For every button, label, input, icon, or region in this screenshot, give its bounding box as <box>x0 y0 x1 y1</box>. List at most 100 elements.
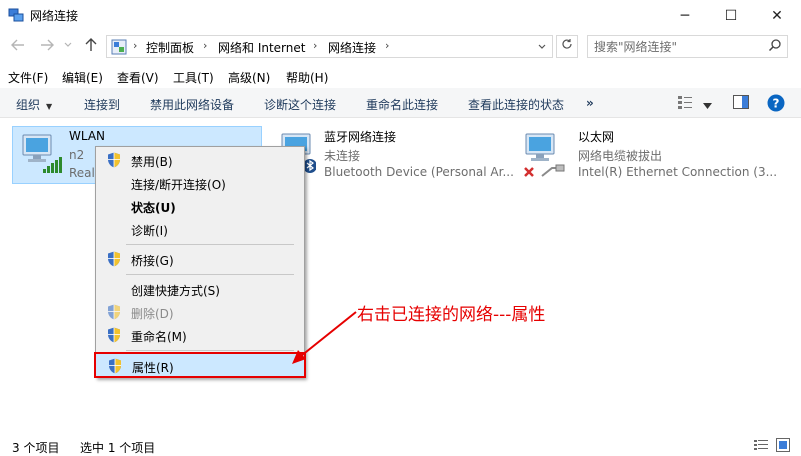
menu-item-label: 连接/断开连接(O) <box>131 178 226 192</box>
menu-item-label: 删除(D) <box>131 307 174 321</box>
menu-item-bridge[interactable]: 桥接(G) <box>96 248 304 270</box>
address-bar[interactable]: › 控制面板 › 网络和 Internet › 网络连接 › <box>106 35 553 58</box>
chevron-down-icon <box>64 42 72 47</box>
annotation-text: 右击已连接的网络---属性 <box>357 305 546 325</box>
menu-item-create-shortcut[interactable]: 创建快捷方式(S) <box>96 278 304 300</box>
organize-label: 组织 <box>16 98 41 112</box>
connection-name: 以太网 <box>578 130 615 144</box>
organize-button[interactable]: 组织 ▼ <box>16 96 52 113</box>
menu-view[interactable]: 查看(V) <box>117 69 159 86</box>
menu-item-connect-disconnect[interactable]: 连接/断开连接(O) <box>96 172 304 194</box>
menu-item-label: 状态(U) <box>131 201 176 215</box>
refresh-icon <box>562 39 572 49</box>
maximize-button[interactable]: ☐ <box>708 0 754 31</box>
wireless-adapter-icon <box>22 134 62 173</box>
back-arrow-icon <box>11 39 24 51</box>
connection-device: Intel(R) Ethernet Connection (3... <box>578 165 778 179</box>
connect-to-button[interactable]: 连接到 <box>84 96 120 113</box>
selected-count: 选中 1 个项目 <box>80 441 156 455</box>
preview-pane-icon <box>733 95 749 109</box>
forward-button[interactable] <box>38 37 56 55</box>
view-status-button[interactable]: 查看此连接的状态 <box>468 96 564 113</box>
svg-text:?: ? <box>773 97 780 111</box>
up-arrow-icon <box>85 38 97 51</box>
more-commands-button[interactable]: » <box>586 96 594 110</box>
close-icon: ✕ <box>771 7 783 24</box>
context-menu: 禁用(B) 连接/断开连接(O) 状态(U) 诊断(I) 桥接(G) 创建快捷方… <box>95 146 305 378</box>
connection-status: 未连接 <box>324 149 361 163</box>
menu-edit[interactable]: 编辑(E) <box>62 69 103 86</box>
connection-device: Bluetooth Device (Personal Ar... <box>324 165 514 179</box>
status-bar: 3 个项目 选中 1 个项目 <box>0 434 801 455</box>
menu-item-label: 桥接(G) <box>131 254 174 268</box>
search-icon[interactable] <box>768 38 782 52</box>
chevron-down-icon: ▼ <box>46 102 53 111</box>
menu-file[interactable]: 文件(F) <box>8 69 48 86</box>
title-bar: 网络连接 ─ ☐ ✕ <box>0 0 801 31</box>
breadcrumb-control-panel[interactable]: 控制面板 <box>146 39 194 56</box>
menu-item-status[interactable]: 状态(U) <box>96 195 304 217</box>
menu-bar: 文件(F) 编辑(E) 查看(V) 工具(T) 高级(N) 帮助(H) <box>0 66 801 86</box>
menu-item-label: 创建快捷方式(S) <box>131 284 220 298</box>
view-options-button[interactable] <box>703 98 712 112</box>
connection-status: 网络电缆被拔出 <box>578 149 663 163</box>
breadcrumb-network-connections[interactable]: 网络连接 <box>328 39 376 56</box>
close-button[interactable]: ✕ <box>754 0 800 31</box>
large-icons-view-icon[interactable] <box>776 438 790 452</box>
search-input[interactable] <box>594 39 764 55</box>
breadcrumb-separator: › <box>313 39 318 52</box>
menu-item-label: 诊断(I) <box>131 224 168 238</box>
menu-item-delete: 删除(D) <box>96 301 304 323</box>
breadcrumb-separator: › <box>133 39 138 52</box>
help-icon: ? <box>767 94 785 112</box>
connection-name: 蓝牙网络连接 <box>324 130 397 144</box>
menu-advanced[interactable]: 高级(N) <box>228 69 270 86</box>
breadcrumb-network-internet[interactable]: 网络和 Internet <box>218 39 305 56</box>
rename-button[interactable]: 重命名此连接 <box>366 96 438 113</box>
back-button[interactable] <box>9 37 27 55</box>
address-dropdown-icon[interactable] <box>537 42 547 52</box>
chevron-down-icon <box>703 103 712 109</box>
menu-item-diagnose[interactable]: 诊断(I) <box>96 218 304 240</box>
preview-pane-button[interactable] <box>733 95 749 112</box>
control-panel-icon <box>111 39 127 55</box>
minimize-icon: ─ <box>680 7 690 24</box>
menu-separator <box>126 350 294 351</box>
help-button[interactable]: ? <box>767 94 785 115</box>
item-count: 3 个项目 <box>12 441 60 455</box>
annotation-arrow-icon <box>292 311 357 364</box>
connection-item-ethernet[interactable]: 以太网 网络电缆被拔出 Intel(R) Ethernet Connection… <box>522 126 792 184</box>
up-button[interactable] <box>82 37 100 55</box>
recent-locations-button[interactable] <box>62 37 74 55</box>
diagnose-button[interactable]: 诊断这个连接 <box>264 96 336 113</box>
view-details-icon <box>678 96 692 109</box>
uac-shield-icon <box>108 152 120 168</box>
uac-shield-icon <box>108 327 120 343</box>
breadcrumb-separator: › <box>385 39 390 52</box>
forward-arrow-icon <box>41 39 54 51</box>
annotation-highlight-box <box>94 352 306 378</box>
menu-help[interactable]: 帮助(H) <box>286 69 328 86</box>
menu-item-rename[interactable]: 重命名(M) <box>96 324 304 346</box>
disable-device-button[interactable]: 禁用此网络设备 <box>150 96 234 113</box>
ethernet-adapter-icon <box>524 133 565 177</box>
menu-item-label: 重命名(M) <box>131 330 187 344</box>
menu-item-label: 禁用(B) <box>131 155 173 169</box>
connection-name: WLAN <box>69 129 106 143</box>
connection-item-bluetooth[interactable]: 蓝牙网络连接 未连接 Bluetooth Device (Personal Ar… <box>270 126 520 184</box>
refresh-button[interactable] <box>556 35 578 58</box>
menu-separator <box>126 244 294 245</box>
minimize-button[interactable]: ─ <box>662 0 708 31</box>
change-view-button[interactable] <box>677 94 693 113</box>
window-title: 网络连接 <box>30 9 79 23</box>
network-connections-icon <box>8 8 24 22</box>
search-box[interactable] <box>587 35 788 58</box>
connection-network: n2 <box>69 148 85 162</box>
menu-tools[interactable]: 工具(T) <box>173 69 214 86</box>
menu-separator <box>126 274 294 275</box>
details-view-icon[interactable] <box>754 439 768 451</box>
menu-item-disable[interactable]: 禁用(B) <box>96 149 304 171</box>
maximize-icon: ☐ <box>724 7 738 24</box>
command-bar: 组织 ▼ 连接到 禁用此网络设备 诊断这个连接 重命名此连接 查看此连接的状态 »… <box>0 88 801 118</box>
breadcrumb-separator: › <box>203 39 208 52</box>
